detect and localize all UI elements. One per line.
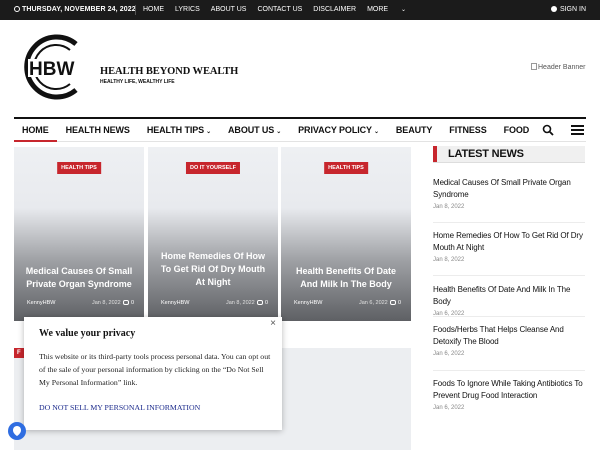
chevron-down-icon: ⌄ [401,7,407,13]
main-nav: HOME HEALTH NEWS HEALTH TIPS ⌄ ABOUT US ⌄ … [14,117,586,142]
top-link-contact[interactable]: CONTACT US [257,6,302,13]
brand-tagline: HEALTHY LIFE, WEALTHY LIFE [100,79,175,85]
chevron-down-icon: ⌄ [373,129,379,135]
privacy-body: This website or its third-party tools pr… [39,352,271,387]
card-author[interactable]: KennyHBW [161,300,189,306]
news-title[interactable]: Health Benefits Of Date And Milk In The … [433,284,585,308]
nav-health-news[interactable]: HEALTH NEWS [57,119,138,142]
news-title[interactable]: Home Remedies Of How To Get Rid Of Dry M… [433,230,585,254]
site-logo[interactable]: HBW HEALTH BEYOND WEALTH HEALTHY LIFE, W… [14,32,238,102]
card-meta: KennyHBW Jan 6, 2022 0 [294,300,401,306]
featured-card[interactable]: HEALTH TIPS Medical Causes Of Small Priv… [14,147,144,321]
latest-news-item[interactable]: Home Remedies Of How To Get Rid Of Dry M… [433,230,585,263]
privacy-consent-dialog: × We value your privacy This website or … [24,317,282,430]
top-bar: THURSDAY, NOVEMBER 24, 2022 HOME LYRICS … [0,0,600,20]
card-author[interactable]: KennyHBW [294,300,322,306]
card-meta: KennyHBW Jan 8, 2022 0 [27,300,134,306]
comment-icon [122,300,129,305]
top-link-about[interactable]: ABOUT US [211,6,247,13]
card-title[interactable]: Health Benefits Of Date And Milk In The … [291,265,401,291]
news-title[interactable]: Foods/Herbs That Helps Cleanse And Detox… [433,324,585,348]
nav-food[interactable]: FOOD [495,119,538,142]
category-badge[interactable]: HEALTH TIPS [57,162,101,174]
accessibility-icon [13,426,21,436]
latest-news-item[interactable]: Health Benefits Of Date And Milk In The … [433,284,585,317]
card-date: Jan 8, 2022 [226,300,255,306]
card-author[interactable]: KennyHBW [27,300,55,306]
card-comments[interactable]: 0 [256,300,268,306]
divider [135,5,136,15]
top-link-home[interactable]: HOME [143,6,164,13]
top-date: THURSDAY, NOVEMBER 24, 2022 [14,6,136,13]
nav-home[interactable]: HOME [14,119,58,142]
top-link-lyrics[interactable]: LYRICS [175,6,200,13]
card-title[interactable]: Medical Causes Of Small Private Organ Sy… [24,265,134,291]
clock-icon [14,6,20,12]
logo-mark-text: HBW [29,59,74,80]
featured-card[interactable]: HEALTH TIPS Health Benefits Of Date And … [281,147,411,321]
comment-icon [256,300,263,305]
card-date: Jan 6, 2022 [359,300,388,306]
chevron-down-icon: ⌄ [206,129,212,135]
brand-name: HEALTH BEYOND WEALTH [100,66,239,77]
card-date: Jan 8, 2022 [92,300,121,306]
card-title[interactable]: Home Remedies Of How To Get Rid Of Dry M… [158,250,268,289]
search-icon[interactable] [542,124,554,136]
accessibility-button[interactable] [8,422,26,440]
close-icon[interactable]: × [270,318,276,329]
latest-news-item[interactable]: Medical Causes Of Small Private Organ Sy… [433,177,585,210]
sign-in-link[interactable]: SIGN IN [550,6,586,13]
latest-news-item[interactable]: Foods/Herbs That Helps Cleanse And Detox… [433,324,585,357]
nav-fitness[interactable]: FITNESS [441,119,495,142]
news-date: Jan 6, 2022 [433,405,465,411]
card-comments[interactable]: 0 [122,300,134,306]
chevron-down-icon: ⌄ [276,129,282,135]
news-title[interactable]: Medical Causes Of Small Private Organ Sy… [433,177,585,201]
top-link-more[interactable]: MORE ⌄ [367,6,417,13]
news-date: Jan 8, 2022 [433,257,465,263]
featured-card[interactable]: DO IT YOURSELF Home Remedies Of How To G… [148,147,278,321]
do-not-sell-link[interactable]: DO NOT SELL MY PERSONAL INFORMATION [39,403,200,412]
privacy-title: We value your privacy [39,328,136,339]
card-meta: KennyHBW Jan 8, 2022 0 [161,300,268,306]
divider [433,370,585,371]
category-badge[interactable]: HEALTH TIPS [324,162,368,174]
news-date: Jan 8, 2022 [433,204,465,210]
divider [433,275,585,276]
nav-health-tips[interactable]: HEALTH TIPS ⌄ [138,119,219,142]
user-icon [550,6,557,12]
nav-beauty[interactable]: BEAUTY [387,119,440,142]
latest-news-heading: LATEST NEWS [433,146,585,163]
menu-icon[interactable] [571,125,584,135]
latest-news-item[interactable]: Foods To Ignore While Taking Antibiotics… [433,378,585,411]
comment-icon [389,300,396,305]
nav-privacy-policy[interactable]: PRIVACY POLICY ⌄ [290,119,388,142]
lower-category-badge[interactable]: F [14,348,24,358]
top-links: HOME LYRICS ABOUT US CONTACT US DISCLAIM… [143,6,428,13]
news-title[interactable]: Foods To Ignore While Taking Antibiotics… [433,378,585,402]
top-link-disclaimer[interactable]: DISCLAIMER [313,6,356,13]
broken-image-icon [531,63,537,70]
news-date: Jan 6, 2022 [433,351,465,357]
nav-about-us[interactable]: ABOUT US ⌄ [220,119,290,142]
category-badge[interactable]: DO IT YOURSELF [185,162,241,174]
divider [433,316,585,317]
hbw-logo-icon: HBW [24,34,94,100]
divider [433,222,585,223]
card-comments[interactable]: 0 [389,300,401,306]
header-banner[interactable]: Header Banner [531,63,585,71]
